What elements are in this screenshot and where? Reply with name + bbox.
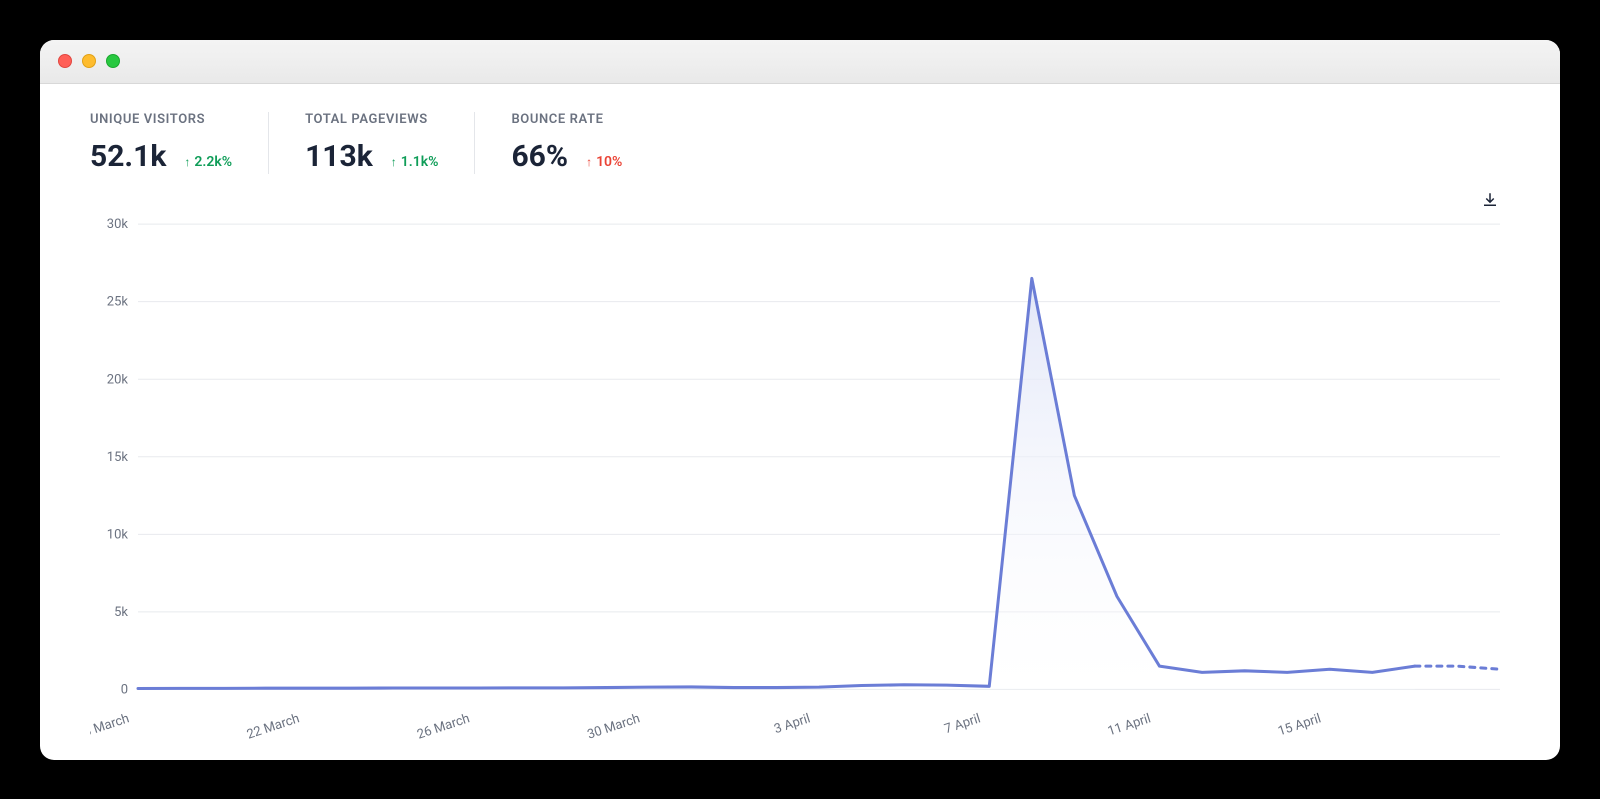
svg-text:5k: 5k (114, 604, 128, 619)
metric-change-text: 10% (596, 154, 622, 170)
metric-change-text: 2.2k% (194, 154, 232, 170)
metric-bounce-rate: BOUNCE RATE 66% ↑ 10% (474, 112, 658, 174)
svg-text:15k: 15k (107, 449, 129, 464)
svg-text:25k: 25k (107, 294, 129, 309)
svg-text:7 April: 7 April (943, 711, 983, 737)
svg-text:0: 0 (121, 682, 128, 697)
svg-text:22 March: 22 March (245, 711, 301, 740)
arrow-up-icon: ↑ (184, 156, 190, 168)
svg-text:18 March: 18 March (90, 711, 131, 740)
metric-label: BOUNCE RATE (511, 112, 622, 127)
dashboard-content: UNIQUE VISITORS 52.1k ↑ 2.2k% TOTAL PAGE… (40, 84, 1560, 760)
chart-toolbar (90, 186, 1510, 214)
window-minimize-button[interactable] (82, 54, 96, 68)
metric-value: 66% (511, 139, 568, 174)
window-close-button[interactable] (58, 54, 72, 68)
metric-total-pageviews: TOTAL PAGEVIEWS 113k ↑ 1.1k% (268, 112, 474, 174)
arrow-up-icon: ↑ (391, 156, 397, 168)
metrics-row: UNIQUE VISITORS 52.1k ↑ 2.2k% TOTAL PAGE… (90, 112, 1510, 174)
metric-change-text: 1.1k% (401, 154, 439, 170)
svg-text:30 March: 30 March (586, 711, 642, 740)
svg-text:20k: 20k (107, 372, 129, 387)
svg-text:30k: 30k (107, 217, 129, 232)
window-titlebar (40, 40, 1560, 84)
metric-change: ↑ 1.1k% (391, 154, 439, 170)
app-window: UNIQUE VISITORS 52.1k ↑ 2.2k% TOTAL PAGE… (40, 40, 1560, 760)
svg-text:3 April: 3 April (772, 711, 812, 737)
svg-text:15 April: 15 April (1276, 711, 1323, 739)
pageviews-chart: 0 5k 10k 15k 20k 25k 30k 18 March 22 March 26 Ma… (90, 214, 1510, 740)
download-icon (1481, 191, 1499, 209)
metric-value: 52.1k (90, 139, 166, 174)
window-zoom-button[interactable] (106, 54, 120, 68)
metric-change: ↑ 2.2k% (184, 154, 232, 170)
arrow-up-icon: ↑ (586, 156, 592, 168)
svg-text:10k: 10k (107, 527, 129, 542)
metric-value: 113k (305, 139, 373, 174)
metric-label: UNIQUE VISITORS (90, 112, 232, 127)
svg-text:11 April: 11 April (1106, 711, 1153, 739)
metric-change: ↑ 10% (586, 154, 622, 170)
metric-label: TOTAL PAGEVIEWS (305, 112, 438, 127)
download-button[interactable] (1476, 186, 1504, 214)
metric-unique-visitors: UNIQUE VISITORS 52.1k ↑ 2.2k% (90, 112, 268, 174)
svg-text:26 March: 26 March (415, 711, 471, 740)
